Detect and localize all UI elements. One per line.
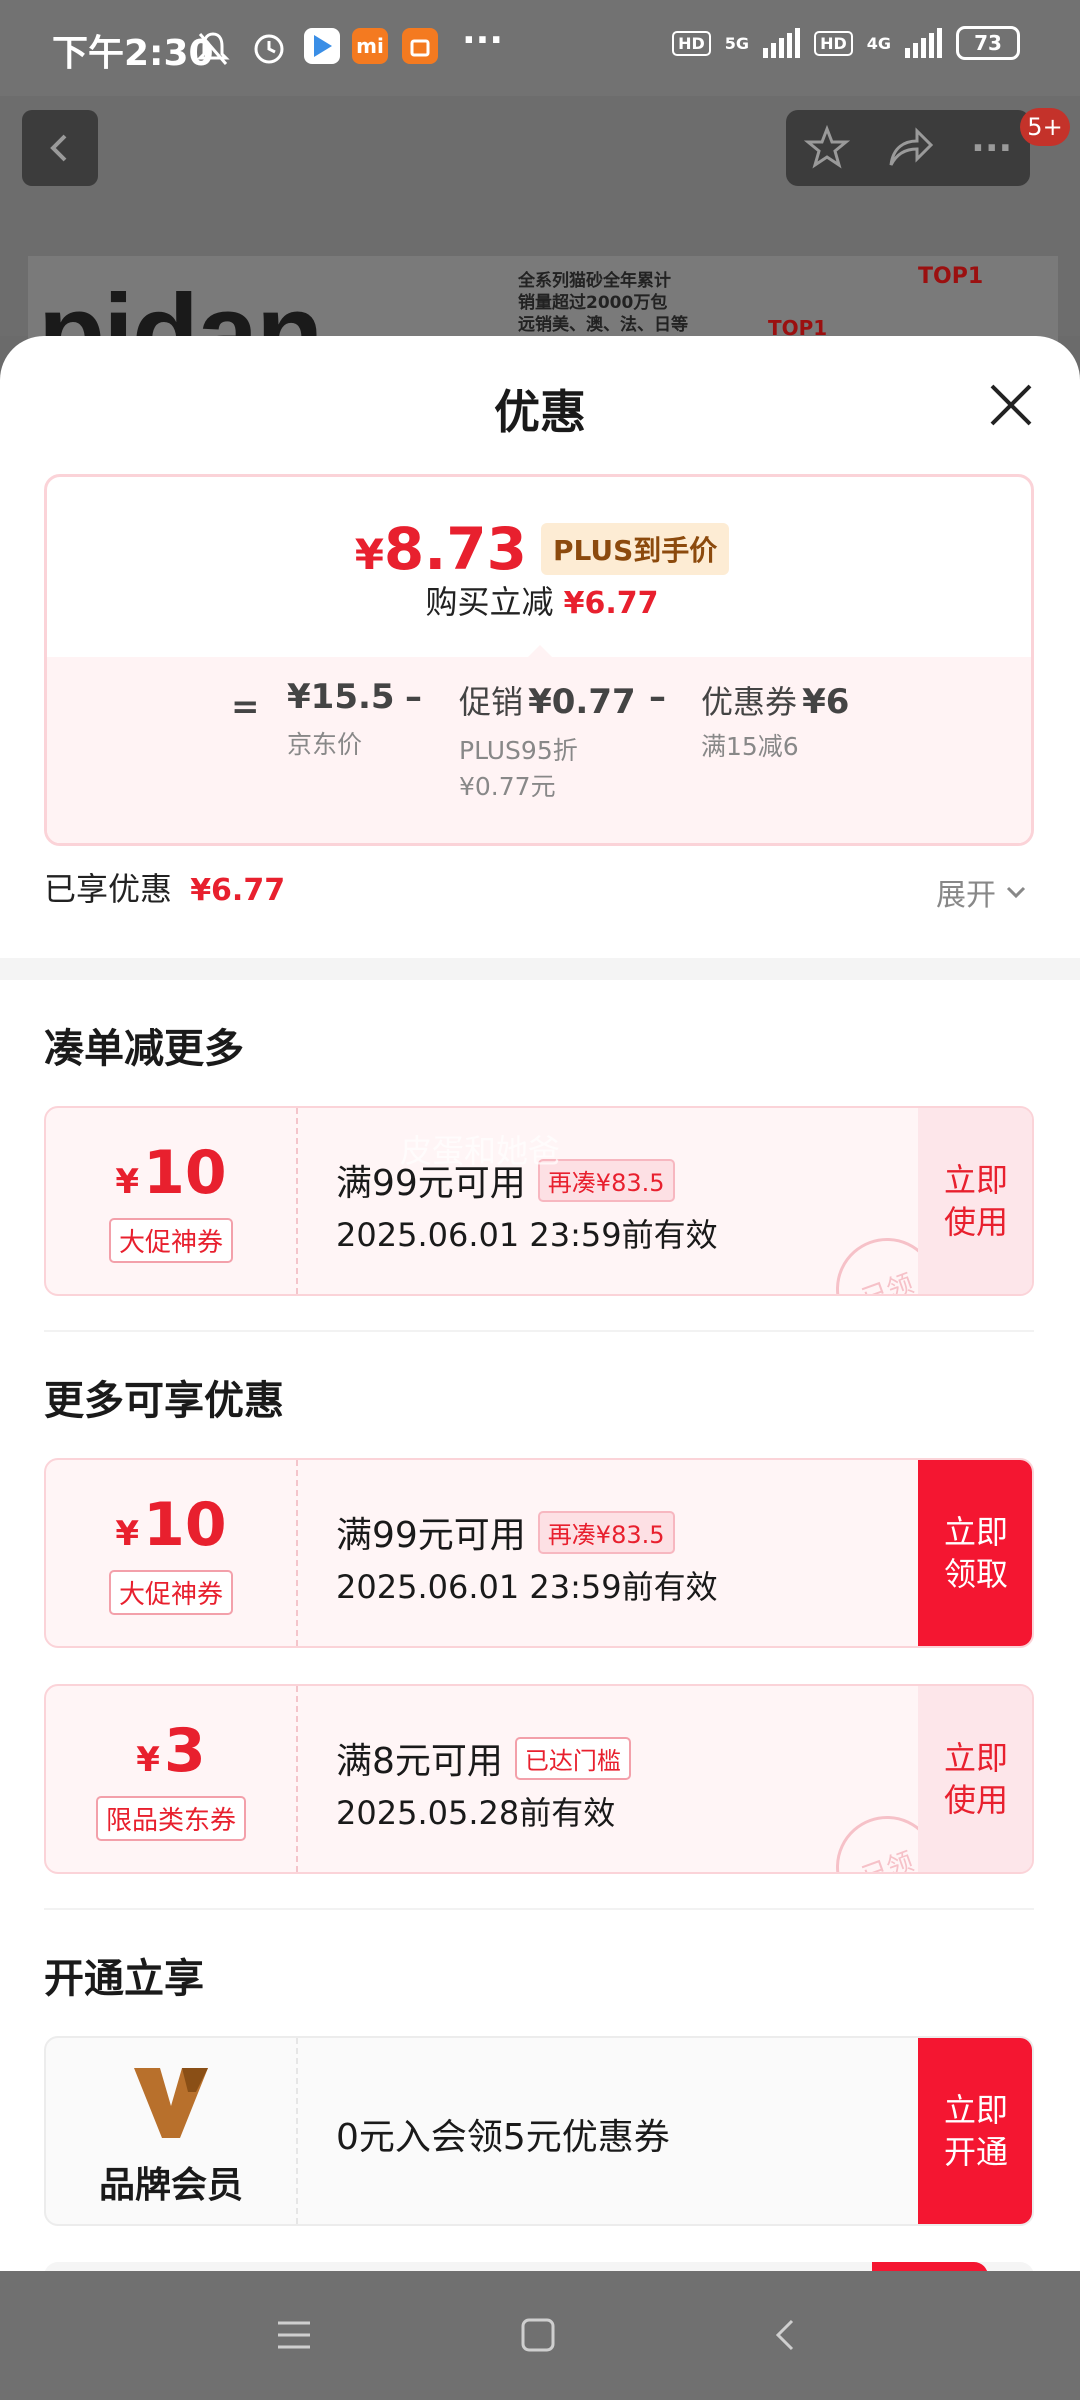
banner-line: 销量超过2000万包 bbox=[518, 293, 668, 313]
coupon-value-area: ¥10 大促神券 bbox=[46, 1108, 298, 1294]
coupon-block: 优惠券 ¥6 bbox=[701, 677, 849, 723]
back-button[interactable] bbox=[22, 110, 98, 186]
member-card: 品牌会员 0元入会领5元优惠券 立即 开通 bbox=[44, 2036, 1034, 2226]
divider bbox=[44, 1908, 1034, 1910]
status-right: HD 5G HD 4G 73 bbox=[672, 26, 1020, 60]
coupon-card: ¥10 大促神券 满99元可用 再凑¥83.5 2025.06.01 23:59… bbox=[44, 1458, 1034, 1648]
hd-icon: HD bbox=[672, 30, 711, 56]
coupon-expiry: 2025.06.01 23:59前有效 bbox=[336, 1216, 718, 1254]
coupon-expiry: 2025.05.28前有效 bbox=[336, 1794, 616, 1832]
section-title-more: 更多可享优惠 bbox=[44, 1378, 284, 1424]
coupon-tag: 大促神券 bbox=[46, 1570, 296, 1615]
open-membership-button[interactable]: 立即 开通 bbox=[918, 2038, 1032, 2224]
banner-copy: 全系列猫砂全年累计 销量超过2000万包 远销美、澳、法、日等 bbox=[518, 270, 688, 336]
banner-line: 远销美、澳、法、日等 bbox=[518, 315, 688, 335]
coupon-condition: 满99元可用 再凑¥83.5 bbox=[336, 1506, 675, 1558]
play-store-icon bbox=[304, 28, 340, 64]
header-actions: ··· bbox=[786, 110, 1030, 186]
claim-now-button[interactable]: 立即 领取 bbox=[918, 1460, 1032, 1646]
enjoyed-discount: 已享优惠 ¥6.77 bbox=[44, 864, 285, 910]
promo-block: 促销 ¥0.77 bbox=[459, 677, 636, 723]
member-brand-area: 品牌会员 bbox=[46, 2038, 298, 2224]
home-icon[interactable] bbox=[518, 2315, 558, 2355]
coupon-tag: 大促神券 bbox=[46, 1218, 296, 1263]
plus-price-tag: PLUS到手价 bbox=[541, 523, 730, 575]
promo-sub: PLUS95折 bbox=[459, 736, 578, 765]
promo-label: 促销 bbox=[459, 683, 524, 721]
mi-store-icon bbox=[402, 28, 438, 64]
battery-icon: 73 bbox=[956, 26, 1020, 60]
discount-sheet: 优惠 ¥8.73 PLUS到手价 购买立减 ¥6.77 = ¥15.5 京东价 … bbox=[0, 336, 1080, 2271]
network-4g-label: 4G bbox=[866, 33, 891, 53]
coupon-value-area: ¥10 大促神券 bbox=[46, 1460, 298, 1646]
hd-icon-2: HD bbox=[814, 30, 853, 56]
share-icon[interactable] bbox=[885, 125, 935, 171]
minus-sign: – bbox=[405, 677, 422, 717]
signal-icon bbox=[763, 28, 801, 58]
expand-label: 展开 bbox=[936, 878, 996, 913]
promo-value: ¥0.77 bbox=[528, 682, 636, 722]
coupon-sub: 满15减6 bbox=[701, 732, 799, 761]
coupon-label: 优惠券 bbox=[701, 683, 798, 721]
banner-line: 全系列猫砂全年累计 bbox=[518, 271, 671, 291]
expand-button[interactable]: 展开 bbox=[936, 870, 1028, 914]
more-menu-icon[interactable]: ··· bbox=[971, 128, 1012, 169]
mute-bell-icon bbox=[196, 32, 230, 65]
promo-sub: ¥0.77元 bbox=[459, 772, 556, 801]
watermark-text: 皮蛋和她爸 bbox=[400, 1132, 561, 1170]
divider bbox=[44, 1330, 1034, 1332]
use-now-button[interactable]: 立即 使用 bbox=[918, 1686, 1032, 1872]
favorite-star-icon[interactable] bbox=[803, 125, 850, 171]
jd-price: ¥15.5 bbox=[287, 677, 395, 717]
reduce-row: 购买立减 ¥6.77 bbox=[47, 577, 1031, 623]
coupon-value: ¥6 bbox=[802, 682, 850, 722]
threshold-met-pill: 已达门槛 bbox=[514, 1736, 631, 1780]
pointer-triangle bbox=[527, 645, 553, 658]
coupon-amount: ¥3 bbox=[136, 1716, 206, 1786]
price-summary-card: ¥8.73 PLUS到手价 购买立减 ¥6.77 = ¥15.5 京东价 – 促… bbox=[44, 474, 1034, 846]
shortfall-pill: 再凑¥83.5 bbox=[537, 1510, 675, 1554]
enjoyed-value: ¥6.77 bbox=[190, 873, 286, 908]
signal-icon-2 bbox=[905, 28, 942, 58]
banner-top-label: TOP1 bbox=[918, 264, 984, 289]
jd-price-label: 京东价 bbox=[287, 730, 363, 759]
reduce-label: 购买立减 bbox=[425, 583, 554, 621]
status-time: 下午2:30 bbox=[52, 33, 214, 74]
coupon-amount: ¥10 bbox=[115, 1138, 227, 1208]
sheet-title: 优惠 bbox=[494, 385, 586, 439]
reduce-value: ¥6.77 bbox=[563, 586, 659, 621]
final-price: ¥8.73 bbox=[354, 515, 528, 583]
enjoyed-label: 已享优惠 bbox=[44, 870, 173, 908]
coupon-condition: 满8元可用 已达门槛 bbox=[336, 1732, 631, 1784]
chevron-down-icon bbox=[1006, 886, 1026, 899]
final-price-row: ¥8.73 PLUS到手价 bbox=[47, 515, 1031, 583]
use-now-button[interactable]: 立即 使用 bbox=[918, 1108, 1032, 1294]
coupon-tag: 限品类东券 bbox=[46, 1796, 296, 1841]
coupon-amount: ¥10 bbox=[115, 1490, 227, 1560]
coupon-expiry: 2025.06.01 23:59前有效 bbox=[336, 1568, 718, 1606]
status-bar: 下午2:30 mi ··· HD 5G HD 4G 73 bbox=[0, 0, 1080, 96]
equals-sign: = bbox=[231, 687, 260, 727]
alarm-icon bbox=[254, 34, 284, 64]
member-offer-text: 0元入会领5元优惠券 bbox=[336, 2117, 670, 2158]
section-title-more-order: 凑单减更多 bbox=[44, 1026, 244, 1072]
chevron-left-icon bbox=[50, 134, 67, 162]
minus-sign: – bbox=[649, 677, 666, 717]
mi-app-icon: mi bbox=[352, 28, 388, 64]
menu-icon[interactable] bbox=[274, 2315, 314, 2355]
member-label: 品牌会员 bbox=[98, 2165, 243, 2206]
coupon-card: ¥3 限品类东券 满8元可用 已达门槛 2025.05.28前有效 已领 立即 … bbox=[44, 1684, 1034, 1874]
section-title-open: 开通立享 bbox=[44, 1956, 204, 2002]
system-nav-bar bbox=[0, 2271, 1080, 2400]
next-card-button-peek bbox=[872, 2262, 988, 2271]
back-nav-icon[interactable] bbox=[766, 2315, 806, 2355]
close-icon[interactable] bbox=[988, 382, 1034, 428]
coupon-value-area: ¥3 限品类东券 bbox=[46, 1686, 298, 1872]
more-status-icon: ··· bbox=[462, 20, 504, 61]
section-separator bbox=[0, 958, 1080, 980]
brand-member-logo-icon bbox=[134, 2068, 208, 2138]
notification-badge: 5+ bbox=[1020, 108, 1070, 146]
network-5g-label: 5G bbox=[724, 33, 750, 53]
